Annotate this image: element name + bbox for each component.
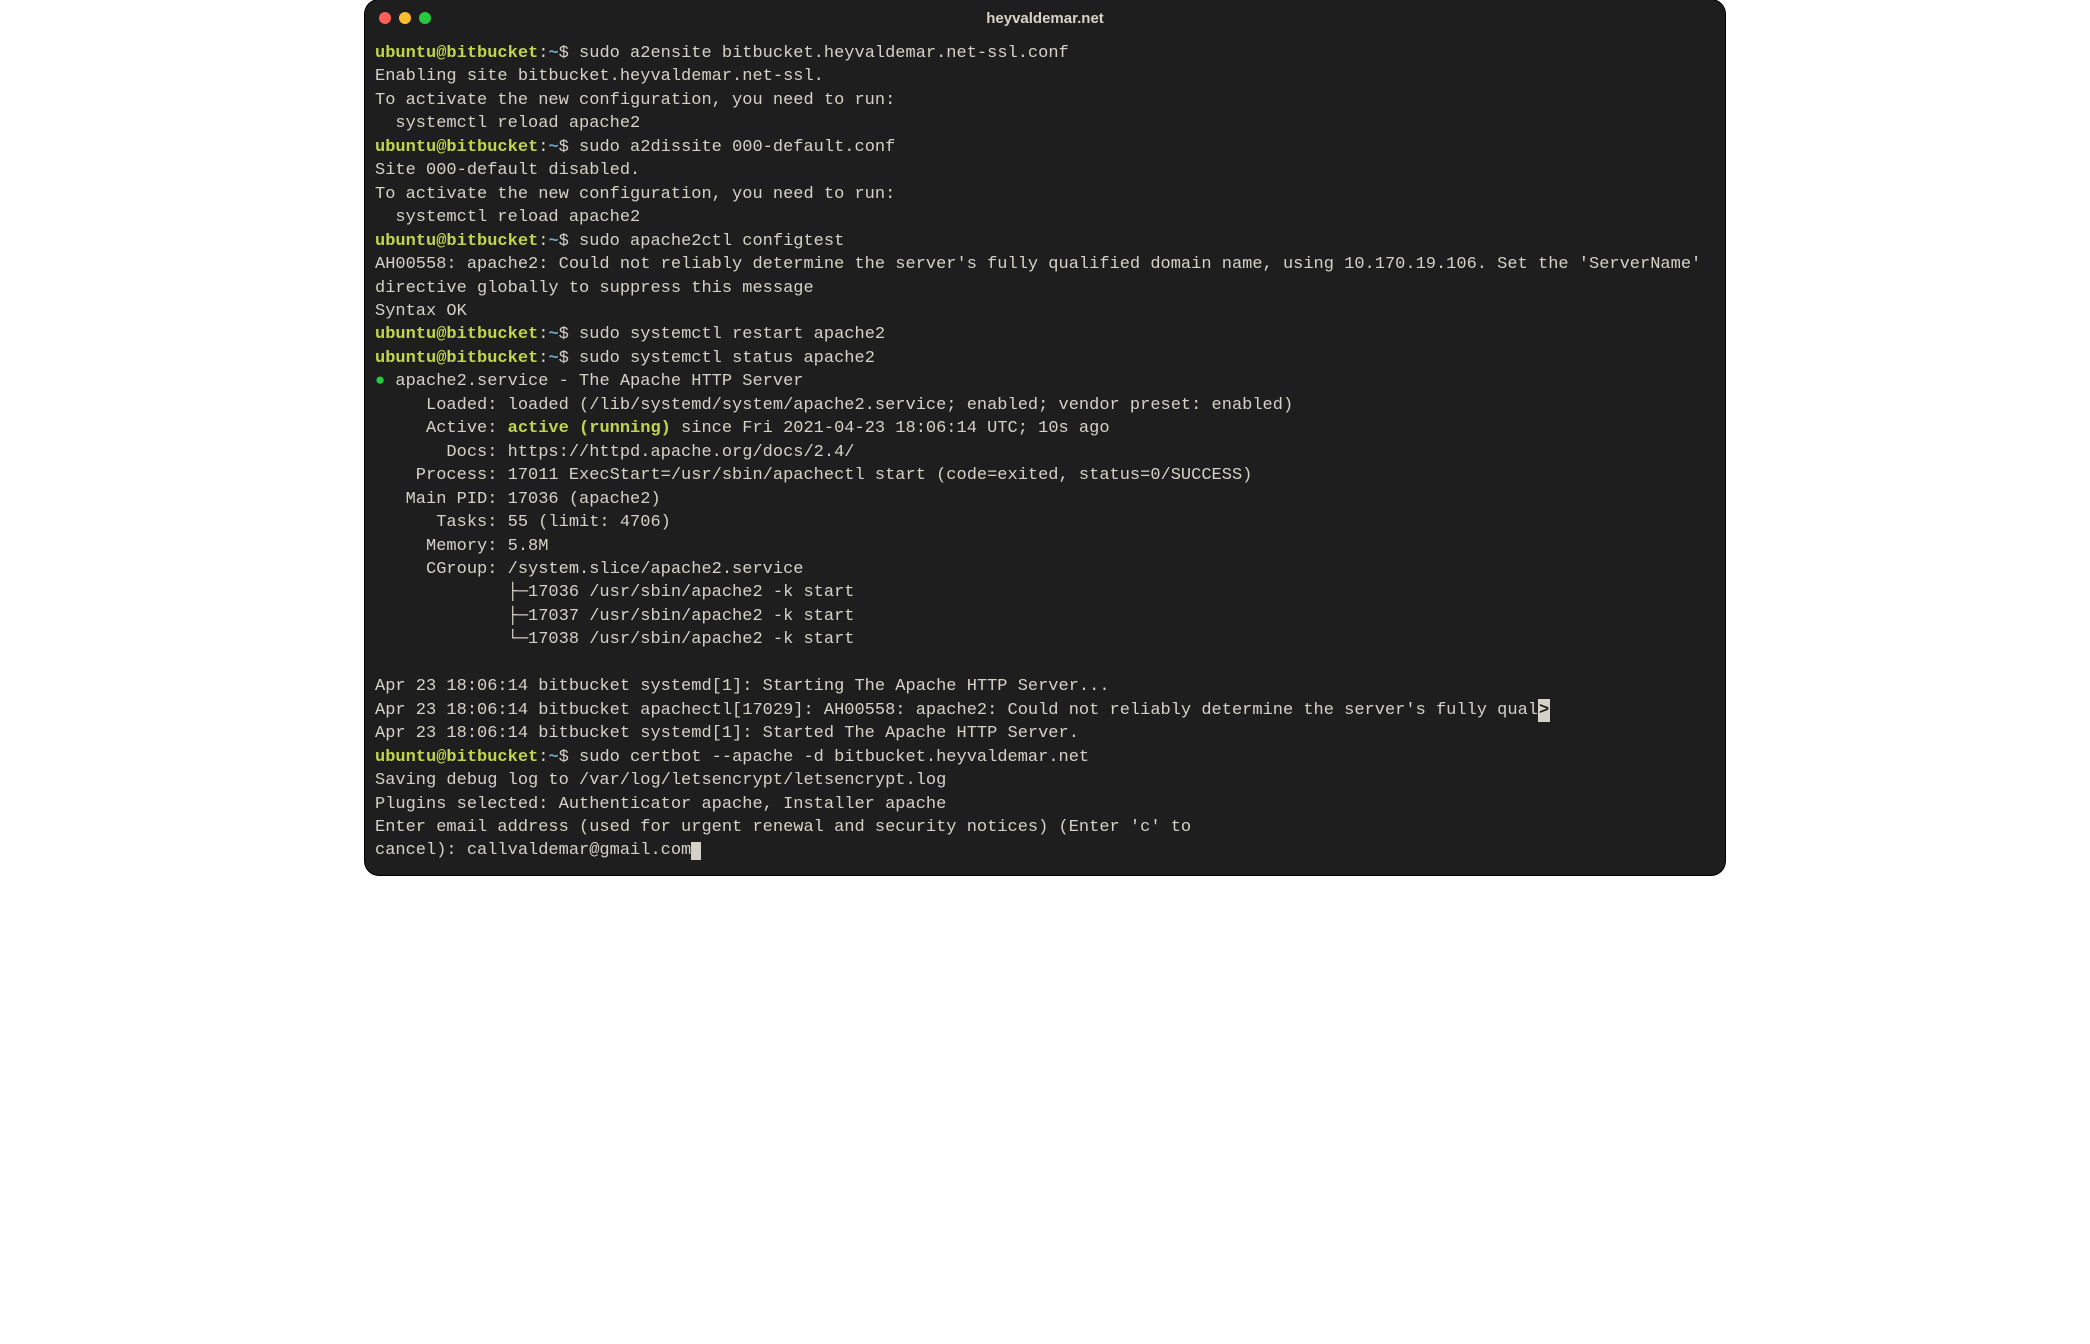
output-line: CGroup: /system.slice/apache2.service xyxy=(375,560,803,579)
titlebar: heyvaldemar.net xyxy=(365,0,1725,36)
prompt-user-host: ubuntu@bitbucket xyxy=(375,325,538,344)
output-line: Enter email address (used for urgent ren… xyxy=(375,818,1191,837)
prompt-sep: : xyxy=(538,325,548,344)
maximize-icon[interactable] xyxy=(419,12,431,24)
prompt-marker: $ xyxy=(559,232,569,251)
prompt-sep: : xyxy=(538,748,548,767)
terminal-window: heyvaldemar.net ubuntu@bitbucket:~$ sudo… xyxy=(365,0,1725,875)
output-line: cancel): callvaldemar@gmail.com xyxy=(375,841,691,860)
output-line: Plugins selected: Authenticator apache, … xyxy=(375,795,946,814)
prompt-sep: : xyxy=(538,349,548,368)
output-line: Main PID: 17036 (apache2) xyxy=(375,490,661,509)
command-text: sudo a2ensite bitbucket.heyvaldemar.net-… xyxy=(579,44,1069,63)
output-line: Saving debug log to /var/log/letsencrypt… xyxy=(375,771,946,790)
prompt-user-host: ubuntu@bitbucket xyxy=(375,232,538,251)
output-line: Docs: https://httpd.apache.org/docs/2.4/ xyxy=(375,443,854,462)
output-line: AH00558: apache2: Could not reliably det… xyxy=(375,255,1711,297)
command-text: sudo systemctl status apache2 xyxy=(579,349,875,368)
output-line: systemctl reload apache2 xyxy=(375,114,640,133)
output-line: Site 000-default disabled. xyxy=(375,161,640,180)
prompt-sep: : xyxy=(538,44,548,63)
output-line: └─17038 /usr/sbin/apache2 -k start xyxy=(375,630,854,649)
command-text: sudo certbot --apache -d bitbucket.heyva… xyxy=(579,748,1089,767)
prompt-path: ~ xyxy=(548,748,558,767)
command-text: sudo systemctl restart apache2 xyxy=(579,325,885,344)
prompt-path: ~ xyxy=(548,44,558,63)
output-line: Memory: 5.8M xyxy=(375,537,548,556)
output-line: Active: xyxy=(375,419,508,438)
prompt-path: ~ xyxy=(548,325,558,344)
output-line: Apr 23 18:06:14 bitbucket apachectl[1702… xyxy=(375,701,1538,720)
output-line: Apr 23 18:06:14 bitbucket systemd[1]: St… xyxy=(375,677,1110,696)
status-dot-icon: ● xyxy=(375,372,385,391)
prompt-sep: : xyxy=(538,232,548,251)
output-line: apache2.service - The Apache HTTP Server xyxy=(385,372,803,391)
command-text: sudo a2dissite 000-default.conf xyxy=(579,138,895,157)
prompt-user-host: ubuntu@bitbucket xyxy=(375,138,538,157)
minimize-icon[interactable] xyxy=(399,12,411,24)
prompt-marker: $ xyxy=(559,138,569,157)
window-title: heyvaldemar.net xyxy=(365,10,1725,27)
command-text: sudo apache2ctl configtest xyxy=(579,232,844,251)
prompt-path: ~ xyxy=(548,138,558,157)
prompt-user-host: ubuntu@bitbucket xyxy=(375,44,538,63)
output-line: since Fri 2021-04-23 18:06:14 UTC; 10s a… xyxy=(671,419,1110,438)
prompt-path: ~ xyxy=(548,232,558,251)
prompt-user-host: ubuntu@bitbucket xyxy=(375,748,538,767)
prompt-sep: : xyxy=(538,138,548,157)
window-controls xyxy=(379,12,431,24)
pager-overflow-icon: > xyxy=(1538,699,1550,722)
output-line: Apr 23 18:06:14 bitbucket systemd[1]: St… xyxy=(375,724,1079,743)
prompt-marker: $ xyxy=(559,349,569,368)
output-line: Enabling site bitbucket.heyvaldemar.net-… xyxy=(375,67,824,86)
output-line: Process: 17011 ExecStart=/usr/sbin/apach… xyxy=(375,466,1252,485)
output-line: Tasks: 55 (limit: 4706) xyxy=(375,513,671,532)
status-active-text: active (running) xyxy=(508,419,671,438)
output-line: Syntax OK xyxy=(375,302,467,321)
prompt-marker: $ xyxy=(559,44,569,63)
cursor-icon xyxy=(691,842,701,860)
output-line: ├─17037 /usr/sbin/apache2 -k start xyxy=(375,607,854,626)
prompt-user-host: ubuntu@bitbucket xyxy=(375,349,538,368)
output-line: To activate the new configuration, you n… xyxy=(375,91,895,110)
prompt-marker: $ xyxy=(559,325,569,344)
output-line: To activate the new configuration, you n… xyxy=(375,185,895,204)
prompt-path: ~ xyxy=(548,349,558,368)
terminal-output[interactable]: ubuntu@bitbucket:~$ sudo a2ensite bitbuc… xyxy=(365,36,1725,875)
output-line: Loaded: loaded (/lib/systemd/system/apac… xyxy=(375,396,1293,415)
output-line: ├─17036 /usr/sbin/apache2 -k start xyxy=(375,583,854,602)
close-icon[interactable] xyxy=(379,12,391,24)
output-line: systemctl reload apache2 xyxy=(375,208,640,227)
prompt-marker: $ xyxy=(559,748,569,767)
